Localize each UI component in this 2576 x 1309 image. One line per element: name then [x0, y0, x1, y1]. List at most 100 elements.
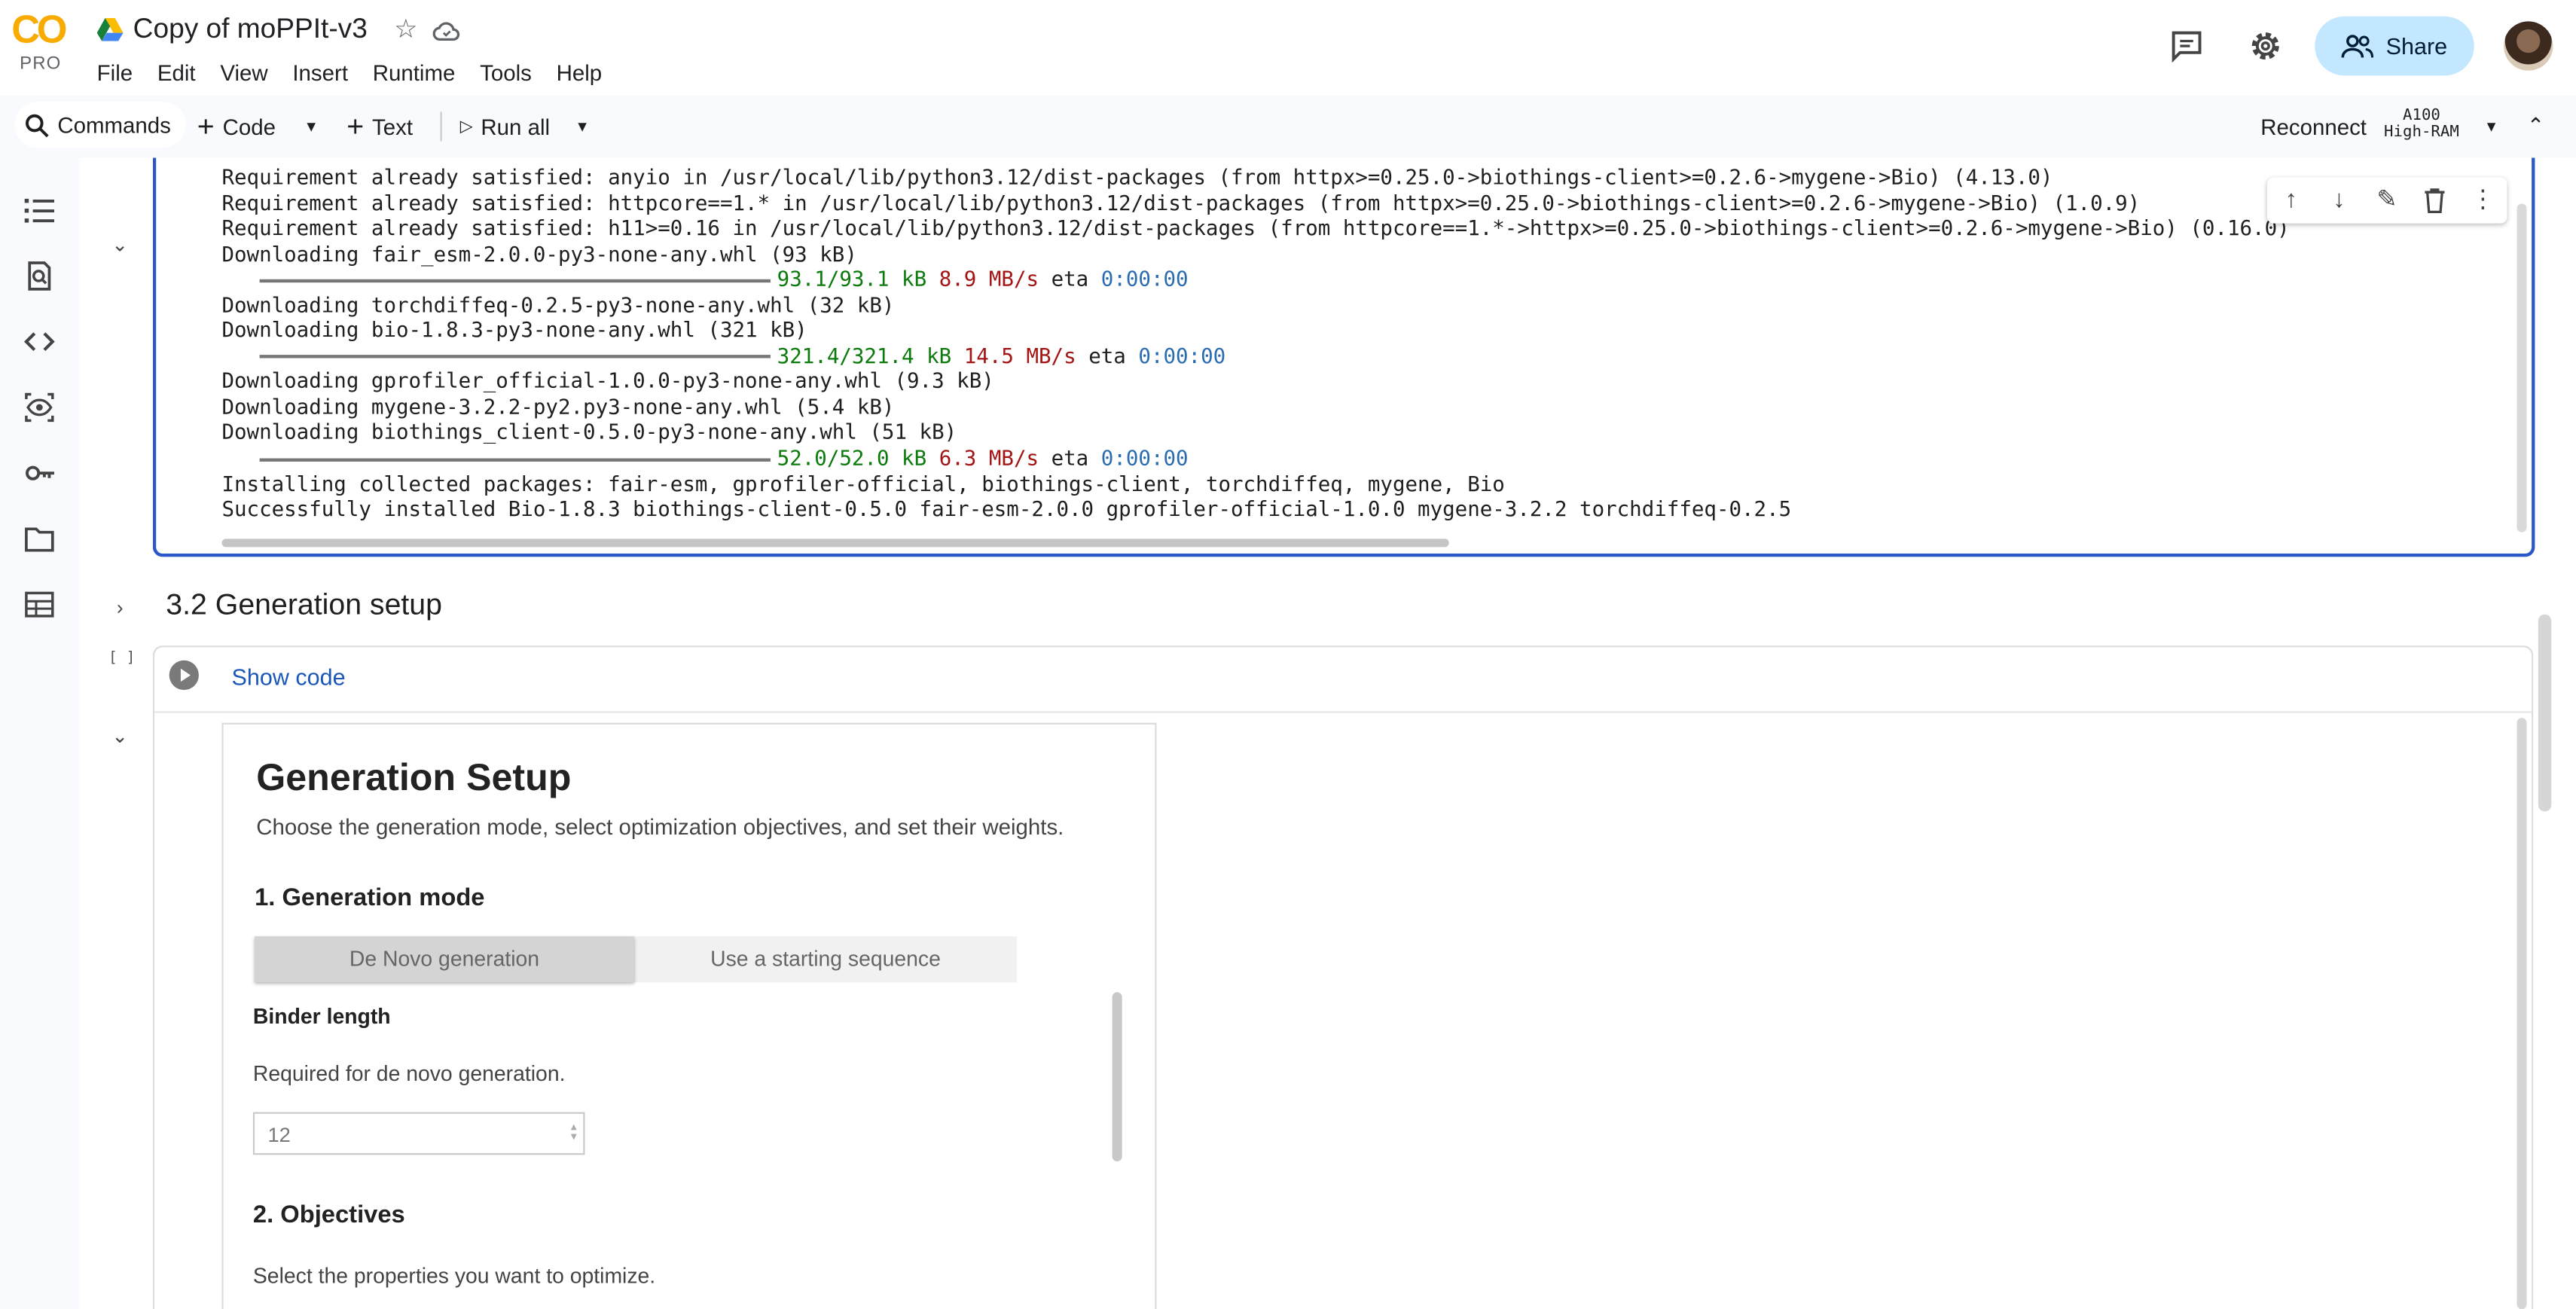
mode-option-starting-sequence[interactable]: Use a starting sequence — [634, 936, 1017, 982]
run-all-dropdown[interactable]: ▼ — [575, 107, 589, 146]
progress-eta-label: eta — [1088, 343, 1126, 368]
progress-eta: 0:00:00 — [1100, 445, 1189, 470]
number-stepper-icon[interactable]: ▴ ▾ — [571, 1122, 577, 1143]
runtime-indicator[interactable]: A100 High-RAM — [2382, 108, 2462, 142]
progress-bar — [259, 279, 771, 282]
objectives-help: Select the properties you want to optimi… — [252, 1263, 656, 1288]
play-icon: ▷ — [459, 117, 473, 136]
menu-bar: File Edit View Insert Runtime Tools Help — [97, 61, 627, 86]
menu-file[interactable]: File — [97, 61, 133, 86]
runtime-ram: High-RAM — [2384, 123, 2459, 142]
cell-actions-toolbar: ↑ ↓ ✎ ⋮ — [2266, 177, 2507, 224]
reconnect-button[interactable]: Reconnect — [2260, 107, 2367, 146]
selected-cell-output[interactable]: Requirement already satisfied: anyio in … — [152, 157, 2535, 557]
run-all-button[interactable]: ▷ Run all — [460, 107, 550, 146]
collapse-output-chevron-icon[interactable]: ⌄ — [108, 233, 132, 257]
output-line: Requirement already satisfied: h11>=0.16… — [221, 215, 2290, 240]
binder-length-label: Binder length — [252, 1003, 391, 1029]
plus-icon: + — [197, 110, 215, 143]
menu-tools[interactable]: Tools — [480, 61, 532, 86]
share-label: Share — [2385, 32, 2448, 60]
add-code-button[interactable]: + Code — [197, 107, 276, 146]
left-sidebar — [0, 157, 79, 1309]
comments-icon[interactable] — [2169, 28, 2205, 64]
caret-down-icon: ▼ — [575, 118, 590, 135]
collapse-form-chevron-icon[interactable]: ⌄ — [108, 725, 132, 748]
objectives-heading: 2. Objectives — [252, 1201, 405, 1229]
collapse-toolbar-button[interactable]: ⌃ — [2527, 107, 2545, 146]
settings-gear-icon[interactable] — [2248, 28, 2284, 64]
logo-mark: CO — [11, 8, 67, 53]
more-vert-icon[interactable]: ⋮ — [2468, 185, 2498, 215]
output-line: Downloading gprofiler_official-1.0.0-py3… — [221, 368, 994, 394]
run-cell-play-icon[interactable] — [169, 660, 199, 691]
menu-view[interactable]: View — [220, 61, 267, 86]
output-line: Downloading mygene-3.2.2-py2.py3-none-an… — [221, 394, 895, 420]
code-label: Code — [222, 114, 276, 139]
table-of-contents-icon[interactable] — [23, 194, 56, 227]
edit-pen-icon[interactable]: ✎ — [2372, 185, 2401, 215]
progress-line: 321.4/321.4 kB 14.5 MB/s eta 0:00:00 — [221, 343, 2289, 368]
output-line: Successfully installed Bio-1.8.3 biothin… — [221, 496, 1792, 521]
chevron-up-icon: ⌃ — [2526, 113, 2545, 139]
data-table-icon[interactable] — [23, 588, 56, 621]
form-subtitle: Choose the generation mode, select optim… — [256, 814, 1064, 840]
caret-down-icon: ▼ — [304, 118, 319, 135]
progress-line: 52.0/52.0 kB 6.3 MB/s eta 0:00:00 — [221, 445, 2289, 471]
delete-trash-icon[interactable] — [2420, 185, 2449, 215]
star-icon[interactable]: ☆ — [391, 17, 420, 46]
show-code-link[interactable]: Show code — [232, 664, 346, 690]
progress-size: 93.1/93.1 kB — [777, 266, 927, 291]
section-heading[interactable]: 3.2 Generation setup — [166, 588, 442, 623]
output-horizontal-scrollbar[interactable] — [221, 539, 1449, 548]
colab-window: CO PRO Copy of moPPIt-v3 ☆ File Edit Vie… — [0, 0, 2576, 1309]
binder-length-input[interactable]: 12 ▴ ▾ — [252, 1112, 585, 1155]
add-text-button[interactable]: + Text — [346, 107, 413, 146]
execution-count: [ ] — [108, 650, 136, 667]
progress-size: 321.4/321.4 kB — [777, 343, 952, 368]
menu-runtime[interactable]: Runtime — [373, 61, 456, 86]
reconnect-label: Reconnect — [2260, 114, 2367, 139]
google-drive-icon — [96, 17, 124, 41]
variables-inspector-icon[interactable] — [23, 391, 56, 424]
caret-down-icon: ▼ — [2483, 118, 2499, 135]
notebook-title[interactable]: Copy of moPPIt-v3 — [133, 13, 368, 46]
progress-eta-label: eta — [1051, 266, 1089, 291]
output-vertical-scrollbar[interactable] — [2516, 203, 2527, 532]
progress-eta: 0:00:00 — [1138, 343, 1226, 368]
runtime-gpu: A100 — [2402, 106, 2440, 125]
people-icon — [2342, 33, 2375, 60]
secrets-key-icon[interactable] — [23, 456, 56, 490]
colab-logo[interactable]: CO PRO — [11, 11, 74, 77]
add-code-dropdown[interactable]: ▼ — [304, 107, 319, 146]
top-bar: CO PRO Copy of moPPIt-v3 ☆ File Edit Vie… — [0, 0, 2576, 96]
notebook-scrollbar[interactable] — [2538, 614, 2552, 812]
binder-length-value: 12 — [267, 1123, 291, 1147]
files-folder-icon[interactable] — [23, 523, 56, 556]
form-title: Generation Setup — [256, 755, 572, 799]
move-up-icon[interactable]: ↑ — [2276, 185, 2306, 215]
commands-label: Commands — [57, 112, 171, 138]
output-line: Requirement already satisfied: httpcore=… — [221, 190, 2141, 215]
move-down-icon[interactable]: ↓ — [2324, 185, 2354, 215]
runtime-dropdown[interactable]: ▼ — [2484, 107, 2498, 146]
expand-section-chevron-icon[interactable]: › — [108, 597, 132, 620]
mode-option-de-novo[interactable]: De Novo generation — [255, 936, 634, 983]
find-replace-icon[interactable] — [23, 260, 56, 293]
output-line: Requirement already satisfied: anyio in … — [221, 164, 2053, 189]
output-line: Downloading biothings_client-0.5.0-py3-n… — [221, 420, 957, 444]
menu-insert[interactable]: Insert — [292, 61, 348, 86]
cloud-saved-icon[interactable] — [432, 17, 462, 46]
code-snippets-icon[interactable] — [23, 325, 56, 359]
progress-speed: 8.9 MB/s — [939, 266, 1039, 291]
menu-help[interactable]: Help — [557, 61, 603, 86]
share-button[interactable]: Share — [2315, 16, 2474, 76]
user-avatar[interactable] — [2504, 21, 2553, 71]
commands-button[interactable]: Commands — [14, 102, 186, 148]
progress-line: 93.1/93.1 kB 8.9 MB/s eta 0:00:00 — [221, 267, 2289, 292]
progress-bar — [259, 355, 771, 359]
form-inner-scrollbar[interactable] — [1112, 992, 1122, 1162]
menu-edit[interactable]: Edit — [157, 61, 196, 86]
progress-size: 52.0/52.0 kB — [777, 445, 927, 470]
cell-output-scrollbar[interactable] — [2516, 718, 2527, 1309]
